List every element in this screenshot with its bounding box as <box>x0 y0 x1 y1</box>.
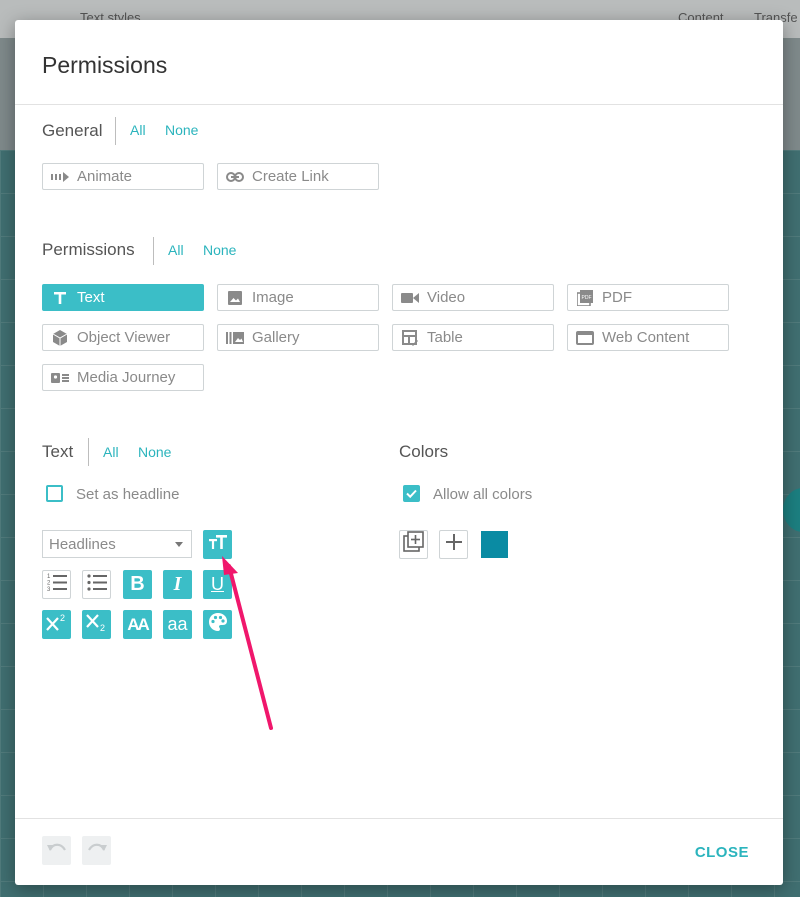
chip-label: Gallery <box>252 329 300 346</box>
undo-button[interactable] <box>42 836 71 865</box>
add-palette-button[interactable] <box>399 530 428 559</box>
numbered-list-icon: 123 <box>46 572 68 597</box>
close-button[interactable]: CLOSE <box>695 844 749 861</box>
bold-button[interactable]: B <box>123 570 152 599</box>
superscript-button[interactable]: 2 <box>42 610 71 639</box>
permission-chip-video[interactable]: Video <box>392 284 554 311</box>
svg-text:3: 3 <box>47 587 51 592</box>
chip-label: Object Viewer <box>77 329 171 346</box>
chip-label: Animate <box>77 168 133 185</box>
set-as-headline-label: Set as headline <box>76 486 180 503</box>
video-icon <box>401 289 419 307</box>
permission-chip-table[interactable]: Table <box>392 324 554 351</box>
divider <box>115 117 116 145</box>
divider <box>88 438 89 466</box>
text-section-title: Text <box>42 442 74 461</box>
general-section-title: General <box>42 121 103 140</box>
permission-chip-create-link[interactable]: Create Link <box>217 163 379 190</box>
chip-label: PDF <box>602 289 632 306</box>
general-select-none[interactable]: None <box>165 122 198 138</box>
permissions-section-title: Permissions <box>42 240 135 259</box>
image-icon <box>226 289 244 307</box>
text-case-button[interactable]: aa <box>163 610 192 639</box>
svg-text:2: 2 <box>47 581 51 587</box>
pdf-icon: PDF <box>576 289 594 307</box>
numbered-list-button[interactable]: 123 <box>42 570 71 599</box>
divider <box>153 237 154 265</box>
plus-icon <box>445 533 463 556</box>
chip-label: Table <box>427 329 463 346</box>
animate-icon <box>51 168 69 186</box>
chip-label: Media Journey <box>77 369 176 386</box>
check-icon <box>405 487 418 500</box>
caret-down-icon <box>175 542 183 547</box>
letter-spacing-button[interactable]: AA <box>123 610 152 639</box>
headlines-select[interactable]: Headlines <box>42 530 192 558</box>
gallery-icon <box>226 329 244 347</box>
text-case-icon: aa <box>167 614 188 634</box>
permission-chip-pdf[interactable]: PDF PDF <box>567 284 729 311</box>
subscript-button[interactable]: 2 <box>82 610 111 639</box>
text-select-all[interactable]: All <box>103 444 119 460</box>
font-size-icon <box>208 534 228 555</box>
color-swatch[interactable] <box>481 531 508 558</box>
footer-divider <box>15 818 783 819</box>
add-color-button[interactable] <box>439 530 468 559</box>
subscript-icon: 2 <box>85 612 109 637</box>
text-select-none[interactable]: None <box>138 444 171 460</box>
font-size-button[interactable] <box>203 530 232 559</box>
chip-label: Web Content <box>602 329 690 346</box>
table-icon <box>401 329 419 347</box>
bulleted-list-button[interactable] <box>82 570 111 599</box>
permissions-select-none[interactable]: None <box>203 242 236 258</box>
set-as-headline-checkbox[interactable] <box>46 485 63 502</box>
cube-icon <box>51 329 69 347</box>
italic-button[interactable]: I <box>163 570 192 599</box>
text-icon <box>51 289 69 307</box>
svg-text:2: 2 <box>60 613 65 623</box>
permissions-select-all[interactable]: All <box>168 242 184 258</box>
superscript-icon: 2 <box>45 612 69 637</box>
bulleted-list-icon <box>86 572 108 597</box>
undo-icon <box>46 841 67 860</box>
permission-chip-web-content[interactable]: Web Content <box>567 324 729 351</box>
palette-icon <box>208 612 228 637</box>
svg-text:2: 2 <box>100 623 105 632</box>
chip-label: Create Link <box>252 168 329 185</box>
permission-chip-animate[interactable]: Animate <box>42 163 204 190</box>
link-icon <box>226 168 244 186</box>
media-journey-icon <box>51 369 69 387</box>
svg-text:PDF: PDF <box>582 295 592 301</box>
allow-all-colors-label: Allow all colors <box>433 486 533 503</box>
permission-chip-object-viewer[interactable]: Object Viewer <box>42 324 204 351</box>
underline-icon: U <box>211 574 224 594</box>
allow-all-colors-checkbox[interactable] <box>403 485 420 502</box>
redo-button[interactable] <box>82 836 111 865</box>
redo-icon <box>87 841 107 860</box>
chip-label: Text <box>77 289 105 306</box>
dialog-title: Permissions <box>42 52 168 78</box>
underline-button[interactable]: U <box>203 570 232 599</box>
text-color-button[interactable] <box>203 610 232 639</box>
web-icon <box>576 329 594 347</box>
select-value: Headlines <box>49 535 116 553</box>
italic-icon: I <box>173 573 182 595</box>
permission-chip-gallery[interactable]: Gallery <box>217 324 379 351</box>
colors-section-title: Colors <box>399 442 449 461</box>
permission-chip-image[interactable]: Image <box>217 284 379 311</box>
permission-chip-media-journey[interactable]: Media Journey <box>42 364 204 391</box>
letter-spacing-icon: AA <box>127 614 150 634</box>
svg-text:1: 1 <box>47 574 51 580</box>
chip-label: Video <box>427 289 466 306</box>
permissions-dialog: Permissions General All None Animate Cre… <box>15 20 783 885</box>
library-add-icon <box>402 531 425 558</box>
header-divider <box>15 104 783 105</box>
chip-label: Image <box>252 289 294 306</box>
permission-chip-text[interactable]: Text <box>42 284 204 311</box>
general-select-all[interactable]: All <box>130 122 146 138</box>
bold-icon: B <box>130 573 145 595</box>
